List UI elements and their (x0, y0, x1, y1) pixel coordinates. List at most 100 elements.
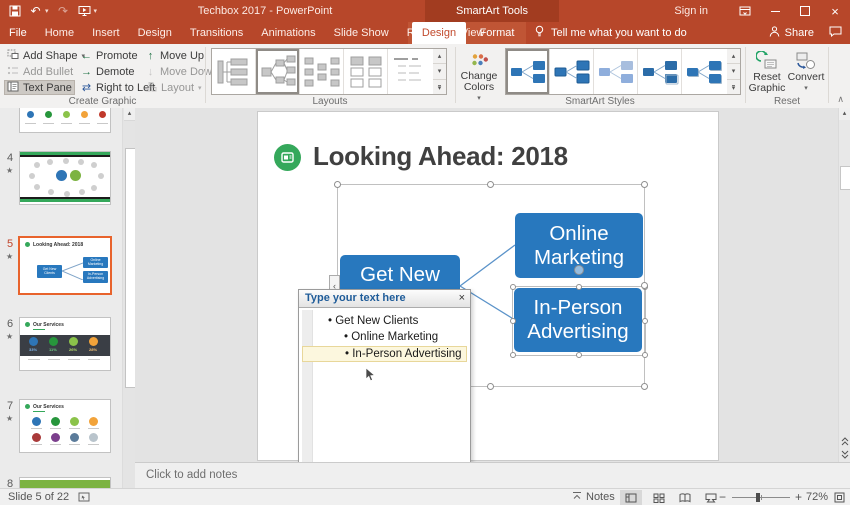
text-pane-item-3[interactable]: • In-Person Advertising (302, 346, 467, 362)
collapse-ribbon-icon[interactable]: ∧ (837, 94, 844, 105)
contextual-tab-header: SmartArt Tools (425, 0, 559, 22)
tab-smartart-design[interactable]: Design (412, 22, 466, 44)
tab-design[interactable]: Design (129, 22, 181, 44)
style-thumb-2[interactable] (550, 49, 594, 94)
qat-customize-icon[interactable]: ▾ (94, 7, 98, 15)
slide-6-thumbnail[interactable]: Our Services 33% 11% 26% 28% (20, 318, 110, 370)
slide-8-number: 8 (7, 478, 14, 488)
layout-thumb-5[interactable] (388, 49, 432, 94)
layout-thumb-4[interactable] (344, 49, 388, 94)
tell-me-box[interactable]: Tell me what you want to do (534, 22, 687, 44)
main-scrollbar[interactable]: ▴ (838, 108, 850, 462)
reading-view-icon[interactable] (674, 490, 696, 505)
demote-button[interactable]: → Demote (78, 64, 138, 79)
layouts-scroll-down-icon[interactable]: ▾ (433, 64, 446, 80)
frame-handle[interactable] (641, 181, 648, 188)
layouts-more-icon[interactable]: ▾ (433, 80, 446, 94)
style-thumb-3[interactable] (594, 49, 638, 94)
selection-handle[interactable] (510, 284, 516, 290)
slide-5-thumbnail[interactable]: Looking Ahead: 2018 Get New Clients Onli… (20, 238, 110, 293)
group-label-reset: Reset (773, 96, 801, 107)
selection-handle[interactable] (510, 352, 516, 358)
minimize-icon[interactable] (760, 0, 790, 22)
thumbnail-panel-scrollbar[interactable]: ▴ (122, 108, 136, 488)
zoom-slider-thumb[interactable] (756, 493, 760, 502)
promote-icon: ← (81, 49, 92, 62)
layouts-gallery-scroll: ▴ ▾ ▾ (433, 48, 447, 95)
slide-8-thumbnail[interactable] (20, 478, 110, 488)
selection-handle[interactable] (576, 284, 582, 290)
text-pane-item-1[interactable]: • Get New Clients (302, 314, 467, 329)
styles-scroll-up-icon[interactable]: ▴ (727, 49, 740, 65)
layout-thumb-2[interactable] (256, 49, 300, 94)
notes-placeholder[interactable]: Click to add notes (146, 463, 237, 488)
display-settings-icon[interactable] (78, 492, 91, 505)
undo-icon[interactable]: ↶ (29, 4, 42, 18)
start-slideshow-icon[interactable] (78, 4, 91, 18)
tab-animations[interactable]: Animations (252, 22, 324, 44)
tab-transitions[interactable]: Transitions (181, 22, 252, 44)
style-thumb-1[interactable] (506, 49, 550, 94)
maximize-icon[interactable] (790, 0, 820, 22)
normal-view-icon[interactable] (620, 490, 642, 505)
notes-toggle-button[interactable]: Notes (572, 489, 615, 505)
styles-more-icon[interactable]: ▾ (727, 80, 740, 94)
selection-handle[interactable] (642, 318, 648, 324)
promote-button[interactable]: ← Promote (78, 48, 141, 63)
zoom-slider-track[interactable] (732, 495, 790, 500)
tab-file[interactable]: File (0, 22, 36, 44)
zoom-level[interactable]: 72% (806, 489, 828, 505)
save-icon[interactable] (8, 4, 21, 18)
notes-pane[interactable]: Click to add notes (135, 462, 850, 489)
group-divider (455, 47, 456, 103)
style-thumb-4[interactable] (638, 49, 682, 94)
layouts-scroll-up-icon[interactable]: ▴ (433, 49, 446, 65)
slide-4-thumbnail[interactable] (20, 152, 110, 204)
next-slide-button[interactable] (839, 448, 850, 461)
rotate-handle[interactable] (574, 265, 584, 275)
scroll-up-icon[interactable]: ▴ (839, 108, 850, 120)
lightbulb-icon (534, 25, 545, 41)
tab-home[interactable]: Home (36, 22, 83, 44)
undo-dropdown-icon[interactable]: ▾ (45, 7, 49, 15)
text-pane-close-icon[interactable]: × (459, 290, 465, 307)
frame-handle[interactable] (641, 281, 648, 289)
tab-smartart-format[interactable]: Format (470, 22, 524, 44)
style-thumb-5[interactable] (682, 49, 726, 94)
selection-handle[interactable] (576, 352, 582, 358)
slide-title[interactable]: Looking Ahead: 2018 (313, 141, 568, 172)
share-button[interactable]: Share (769, 22, 814, 44)
demote-icon: → (81, 65, 92, 78)
text-pane-button[interactable]: Text Pane (4, 80, 75, 95)
zoom-in-icon[interactable]: + (795, 490, 802, 505)
comments-button[interactable] (829, 22, 842, 44)
tab-slide-show[interactable]: Slide Show (325, 22, 398, 44)
slide-sorter-icon[interactable] (648, 490, 670, 505)
text-pane-item-2[interactable]: • Online Marketing (302, 330, 467, 345)
close-icon[interactable]: × (820, 0, 850, 22)
frame-handle[interactable] (334, 181, 341, 188)
frame-handle[interactable] (487, 181, 494, 188)
layout-thumb-3[interactable] (300, 49, 344, 94)
slide-7-thumbnail[interactable]: Our Services (20, 400, 110, 452)
styles-scroll-down-icon[interactable]: ▾ (727, 64, 740, 80)
main-scrollbar-thumb[interactable] (840, 166, 850, 190)
previous-slide-button[interactable] (839, 435, 850, 448)
tab-insert[interactable]: Insert (83, 22, 129, 44)
fit-slide-to-window-icon[interactable] (834, 492, 845, 505)
frame-handle[interactable] (641, 383, 648, 390)
sign-in-button[interactable]: Sign in (674, 5, 708, 17)
ribbon-display-options-icon[interactable] (730, 0, 760, 22)
mouse-cursor-icon (365, 367, 377, 388)
layout-thumb-1[interactable] (212, 49, 256, 94)
frame-handle[interactable] (487, 383, 494, 390)
add-shape-button[interactable]: Add Shape ▾ (4, 48, 88, 63)
selection-handle[interactable] (510, 318, 516, 324)
layout-button: Layout ▾ (142, 80, 205, 95)
zoom-out-icon[interactable]: − (719, 490, 726, 505)
reset-graphic-icon (756, 50, 778, 72)
move-up-button[interactable]: ↑ Move Up (142, 48, 207, 63)
slide-3-thumbnail[interactable] (20, 108, 110, 132)
panel-scroll-up-icon[interactable]: ▴ (124, 108, 135, 121)
selection-handle[interactable] (642, 352, 648, 358)
